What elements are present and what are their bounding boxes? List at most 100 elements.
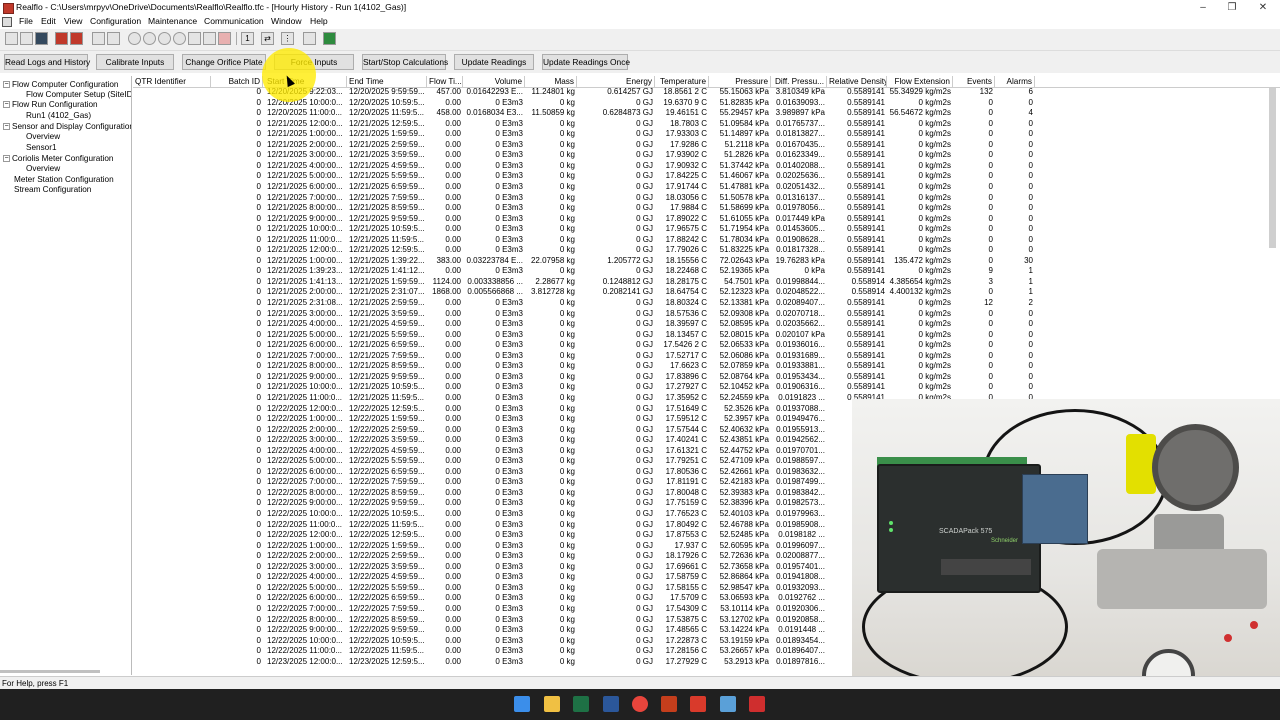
- column-header[interactable]: Pressure: [709, 76, 771, 87]
- restore-button[interactable]: ❐: [1216, 0, 1248, 15]
- change-orifice-button[interactable]: Change Orifice Plate: [182, 54, 266, 70]
- update-once-button[interactable]: Update Readings Once: [542, 54, 630, 70]
- disconnect-icon[interactable]: [70, 32, 83, 45]
- table-row[interactable]: 0 12/21/2025 9:00:00... 12/21/2025 9:59:59…: [133, 372, 1043, 383]
- menu-edit[interactable]: Edit: [41, 16, 56, 26]
- word-icon[interactable]: [603, 696, 619, 712]
- column-header[interactable]: Energy: [577, 76, 655, 87]
- log-icon[interactable]: [218, 32, 231, 45]
- menu-file[interactable]: File: [19, 16, 33, 26]
- mdi-window-icon[interactable]: [2, 17, 12, 27]
- table-row[interactable]: 0 12/20/2025 10:00:0... 12/20/2025 10:59:5…: [133, 98, 1043, 109]
- column-header[interactable]: Alarms: [995, 76, 1035, 87]
- collapse-icon[interactable]: −: [3, 81, 10, 89]
- collapse-icon[interactable]: −: [3, 155, 10, 163]
- table-row[interactable]: 0 12/21/2025 9:00:00... 12/21/2025 9:59:59…: [133, 214, 1043, 225]
- column-header[interactable]: Volume: [463, 76, 525, 87]
- table-row[interactable]: 0 12/21/2025 2:31:08... 12/21/2025 2:59:59…: [133, 298, 1043, 309]
- column-header[interactable]: Temperature: [655, 76, 709, 87]
- table-row[interactable]: 0 12/21/2025 6:00:00... 12/21/2025 6:59:59…: [133, 182, 1043, 193]
- tree-run1[interactable]: Run1 (4102_Gas): [26, 111, 91, 121]
- table-row[interactable]: 0 12/21/2025 8:00:00... 12/21/2025 8:59:59…: [133, 361, 1043, 372]
- acrobat-icon[interactable]: [690, 696, 706, 712]
- pipe-icon[interactable]: ⋮: [281, 32, 294, 45]
- menu-maintenance[interactable]: Maintenance: [148, 16, 197, 26]
- steam-icon[interactable]: [203, 32, 216, 45]
- refresh-icon[interactable]: [158, 32, 171, 45]
- open-icon[interactable]: [20, 32, 33, 45]
- start-stop-button[interactable]: Start/Stop Calculations: [362, 54, 448, 70]
- tree-flow-run-config[interactable]: − Flow Run Configuration: [3, 100, 98, 110]
- update-readings-button[interactable]: Update Readings: [454, 54, 534, 70]
- table-row[interactable]: 0 12/20/2025 11:00:0... 12/20/2025 11:59:5…: [133, 108, 1043, 119]
- tree-coriolis-config[interactable]: − Coriolis Meter Configuration: [3, 154, 113, 164]
- table-row[interactable]: 0 12/21/2025 2:00:00... 12/21/2025 2:31:07…: [133, 287, 1043, 298]
- realflo-icon[interactable]: [749, 696, 765, 712]
- table-row[interactable]: 0 12/21/2025 12:00:0... 12/21/2025 12:59:5…: [133, 245, 1043, 256]
- table-row[interactable]: 0 12/21/2025 3:00:00... 12/21/2025 3:59:59…: [133, 309, 1043, 320]
- collapse-icon[interactable]: −: [3, 101, 10, 109]
- write-icon[interactable]: [107, 32, 120, 45]
- table-row[interactable]: 0 12/21/2025 5:00:00... 12/21/2025 5:59:59…: [133, 171, 1043, 182]
- excel-icon[interactable]: [323, 32, 336, 45]
- excel-icon[interactable]: [573, 696, 589, 712]
- menu-configuration[interactable]: Configuration: [90, 16, 141, 26]
- tree-flow-computer-setup[interactable]: Flow Computer Setup (SiteID - 1: [26, 90, 131, 100]
- gas-icon[interactable]: [173, 32, 186, 45]
- column-header[interactable]: Diff. Pressu...: [771, 76, 827, 87]
- column-header[interactable]: QTR Identifier: [133, 76, 211, 87]
- connect-icon[interactable]: [55, 32, 68, 45]
- menu-window[interactable]: Window: [271, 16, 302, 26]
- collapse-icon[interactable]: −: [3, 123, 10, 131]
- tree-flow-computer-config[interactable]: − Flow Computer Configuration: [3, 80, 119, 90]
- windows-start-icon[interactable]: [514, 696, 530, 712]
- menu-communication[interactable]: Communication: [204, 16, 264, 26]
- run-icon[interactable]: [128, 32, 141, 45]
- table-row[interactable]: 0 12/21/2025 4:00:00... 12/21/2025 4:59:59…: [133, 161, 1043, 172]
- table-row[interactable]: 0 12/21/2025 5:00:00... 12/21/2025 5:59:59…: [133, 330, 1043, 341]
- read-logs-button[interactable]: Read Logs and History: [4, 54, 90, 70]
- compare-icon[interactable]: ⇄: [261, 32, 274, 45]
- column-header[interactable]: Relative Density: [827, 76, 887, 87]
- table-row[interactable]: 0 12/21/2025 10:00:0... 12/21/2025 10:59:5…: [133, 224, 1043, 235]
- close-button[interactable]: ✕: [1247, 0, 1279, 15]
- table-row[interactable]: 0 12/21/2025 1:39:23... 12/21/2025 1:41:12…: [133, 266, 1043, 277]
- table-row[interactable]: 0 12/21/2025 1:00:00... 12/21/2025 1:39:22…: [133, 256, 1043, 267]
- menu-view[interactable]: View: [64, 16, 82, 26]
- grid-vertical-scrollbar[interactable]: [1269, 88, 1276, 248]
- table-row[interactable]: 0 12/21/2025 1:00:00... 12/21/2025 1:59:59…: [133, 129, 1043, 140]
- tree-stream-config[interactable]: Stream Configuration: [14, 185, 91, 195]
- menu-help[interactable]: Help: [310, 16, 328, 26]
- column-header[interactable]: End Time: [347, 76, 427, 87]
- column-header[interactable]: Flow Ti...: [427, 76, 463, 87]
- column-header[interactable]: Batch ID: [211, 76, 263, 87]
- one-icon[interactable]: 1: [241, 32, 254, 45]
- minimize-button[interactable]: –: [1187, 0, 1219, 15]
- table-row[interactable]: 0 12/21/2025 10:00:0... 12/21/2025 10:59:5…: [133, 382, 1043, 393]
- read-icon[interactable]: [92, 32, 105, 45]
- column-header[interactable]: Mass: [525, 76, 577, 87]
- table-row[interactable]: 0 12/21/2025 2:00:00... 12/21/2025 2:59:59…: [133, 140, 1043, 151]
- save-icon[interactable]: [35, 32, 48, 45]
- tree-meter-station-config[interactable]: Meter Station Configuration: [14, 175, 114, 185]
- tree-sensor-display-config[interactable]: − Sensor and Display Configuration: [3, 122, 131, 132]
- tree-sensor1[interactable]: Sensor1: [26, 143, 57, 153]
- file-explorer-icon[interactable]: [544, 696, 560, 712]
- tree-sensor-overview[interactable]: Overview: [26, 132, 60, 142]
- chrome-icon[interactable]: [632, 696, 648, 712]
- table-row[interactable]: 0 12/21/2025 11:00:0... 12/21/2025 11:59:5…: [133, 235, 1043, 246]
- print-icon[interactable]: [303, 32, 316, 45]
- table-row[interactable]: 0 12/21/2025 4:00:00... 12/21/2025 4:59:59…: [133, 319, 1043, 330]
- table-row[interactable]: 0 12/21/2025 7:00:00... 12/21/2025 7:59:59…: [133, 193, 1043, 204]
- new-icon[interactable]: [5, 32, 18, 45]
- table-row[interactable]: 0 12/21/2025 12:00:0... 12/21/2025 12:59:5…: [133, 119, 1043, 130]
- powerpoint-icon[interactable]: [661, 696, 677, 712]
- table-row[interactable]: 0 12/21/2025 8:00:00... 12/21/2025 8:59:59…: [133, 203, 1043, 214]
- notepad-icon[interactable]: [720, 696, 736, 712]
- column-header[interactable]: Flow Extension: [887, 76, 953, 87]
- tree-horizontal-scrollbar[interactable]: [0, 670, 100, 673]
- table-row[interactable]: 0 12/21/2025 1:41:13... 12/21/2025 1:59:59…: [133, 277, 1043, 288]
- stop-icon[interactable]: [143, 32, 156, 45]
- tree-coriolis-overview[interactable]: Overview: [26, 164, 60, 174]
- calibrate-inputs-button[interactable]: Calibrate Inputs: [96, 54, 174, 70]
